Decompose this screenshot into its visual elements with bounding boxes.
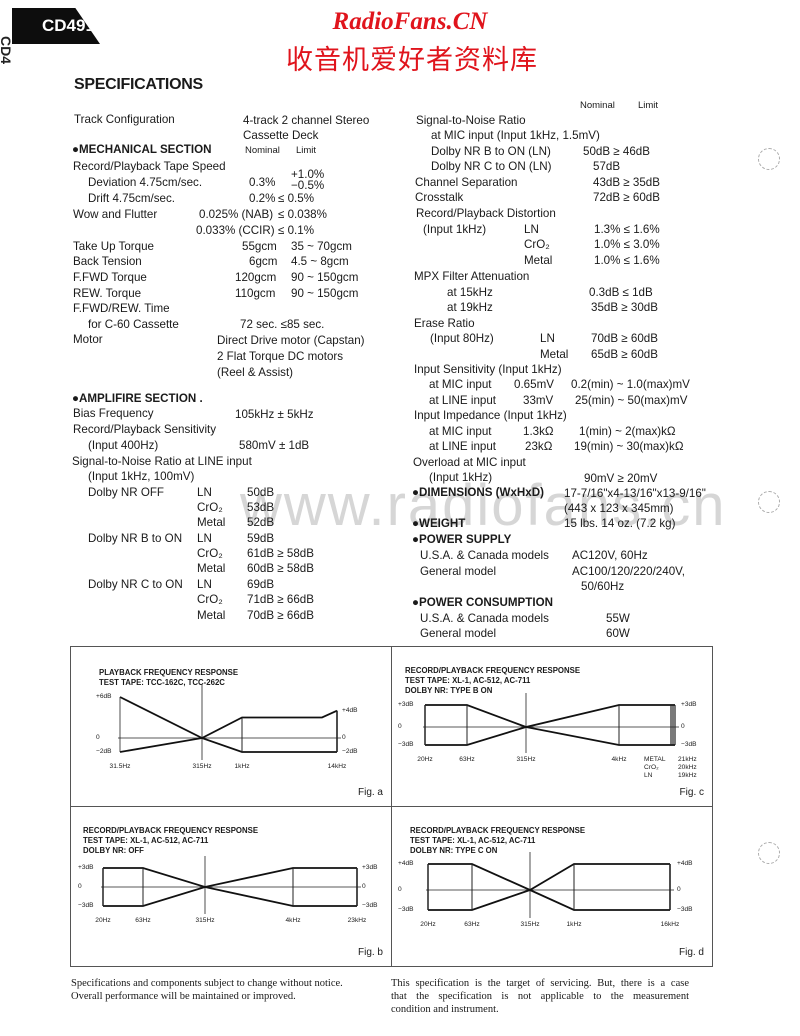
tape-end-label: CrO₂: [644, 764, 659, 771]
left-y-tick: −2dB: [96, 748, 112, 755]
x-tick: 31.5Hz: [109, 763, 131, 770]
series-lower-limit: [425, 726, 675, 746]
series-lower-limit: [428, 889, 670, 911]
x-tick: 23kHz: [347, 917, 367, 924]
series-upper-limit: [119, 696, 338, 740]
right-y-tick: 0: [342, 734, 346, 741]
right-y-tick: −2dB: [342, 748, 358, 755]
series-lower-limit: [119, 737, 337, 753]
left-y-tick: +3dB: [398, 701, 414, 708]
right-y-tick: −3dB: [362, 902, 378, 909]
x-tick: 315Hz: [195, 917, 215, 924]
x-tick: 16kHz: [660, 921, 680, 928]
series-lower-limit: [103, 886, 357, 907]
left-y-tick: 0: [398, 886, 402, 893]
x-tick: 14kHz: [327, 763, 347, 770]
x-tick: 315Hz: [516, 756, 536, 763]
x-tick: 315Hz: [192, 763, 212, 770]
series-upper-limit: [428, 863, 670, 892]
footer-right-line: condition and instrument.: [391, 1004, 499, 1015]
right-y-tick: 0: [677, 886, 681, 893]
x-tick: 4kHz: [285, 917, 301, 924]
left-y-tick: +3dB: [78, 864, 94, 871]
footer-right-line: that the specification is not applicable…: [391, 991, 689, 1002]
x-tick: 1kHz: [234, 763, 250, 770]
right-y-tick: +3dB: [681, 701, 697, 708]
series-upper-limit: [103, 867, 357, 888]
x-tick: 315Hz: [520, 921, 540, 928]
x-tick: 20Hz: [95, 917, 111, 924]
x-tick: 63Hz: [459, 756, 475, 763]
footer-note-left: Specifications and components subject to…: [71, 977, 343, 1003]
frequency-response-charts: [101, 685, 679, 918]
right-y-tick: +4dB: [342, 706, 358, 714]
left-y-tick: −3dB: [398, 741, 414, 748]
left-y-tick: 0: [78, 883, 82, 890]
footer-left-line: Overall performance will be maintained o…: [71, 991, 296, 1002]
tape-end-label: LN: [644, 772, 653, 779]
tape-end-label: METAL: [644, 756, 666, 763]
x-tick: 1kHz: [566, 921, 582, 928]
footer-left-line: Specifications and components subject to…: [71, 978, 343, 989]
x-tick: 63Hz: [464, 921, 480, 928]
x-tick: 4kHz: [611, 756, 627, 763]
right-y-tick: −3dB: [681, 741, 697, 748]
right-y-tick: +4dB: [677, 860, 693, 867]
footer-right-line: This specification is the target of serv…: [391, 978, 689, 989]
footer-note-right: This specification is the target of serv…: [391, 977, 689, 1016]
freq-end-label: 19kHz: [678, 772, 697, 779]
freq-end-label: 21kHz: [678, 756, 697, 763]
right-y-tick: 0: [681, 723, 685, 730]
freq-end-label: 20kHz: [678, 764, 697, 771]
x-tick: 20Hz: [417, 756, 433, 763]
left-y-tick: 0: [96, 734, 100, 741]
left-y-tick: +6dB: [96, 693, 112, 700]
left-y-tick: 0: [398, 723, 402, 730]
x-tick: 20Hz: [420, 921, 436, 928]
right-y-tick: +3dB: [362, 864, 378, 871]
left-y-tick: +4dB: [398, 860, 414, 867]
left-y-tick: −3dB: [398, 906, 414, 913]
right-y-tick: 0: [362, 883, 366, 890]
left-y-tick: −3dB: [78, 902, 94, 909]
right-y-tick: −3dB: [677, 906, 693, 913]
series-upper-limit: [425, 704, 675, 728]
x-tick: 63Hz: [135, 917, 151, 924]
